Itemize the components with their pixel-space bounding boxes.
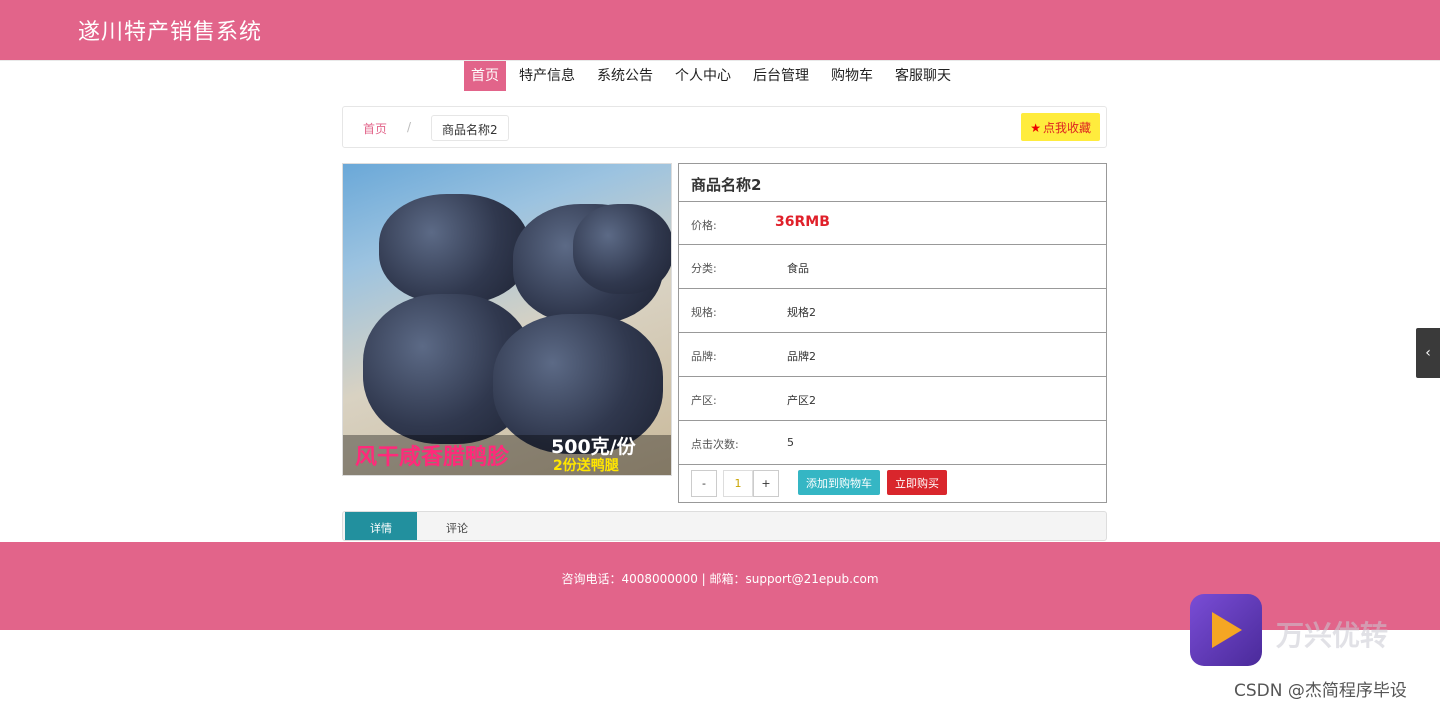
- brand-row: 品牌: 品牌2: [679, 333, 1106, 377]
- nav-item-products[interactable]: 特产信息: [510, 61, 584, 91]
- spec-value: 规格2: [787, 306, 816, 319]
- clicks-value: 5: [787, 436, 794, 449]
- nav-item-home[interactable]: 首页: [464, 61, 506, 91]
- breadcrumb-current: 商品名称2: [431, 115, 509, 141]
- clicks-label: 点击次数:: [691, 438, 739, 451]
- watermark-text: 万兴优转: [1276, 619, 1389, 652]
- main-nav: 首页 特产信息 系统公告 个人中心 后台管理 购物车 客服聊天: [0, 60, 1440, 92]
- favorite-button[interactable]: ★ 点我收藏: [1021, 113, 1100, 141]
- nav-item-chat[interactable]: 客服聊天: [886, 61, 960, 91]
- category-row: 分类: 食品: [679, 245, 1106, 289]
- nav-item-announcements[interactable]: 系统公告: [588, 61, 662, 91]
- purchase-controls: - 1 + 添加到购物车 立即购买: [679, 464, 1106, 504]
- image-caption-title: 风干咸香腊鸭胗: [355, 445, 510, 470]
- footer-contact: 咨询电话：4008000000 | 邮箱：support@21epub.com: [561, 572, 879, 586]
- category-value: 食品: [787, 262, 809, 275]
- add-to-cart-button[interactable]: 添加到购物车: [798, 470, 880, 495]
- favorite-label: 点我收藏: [1042, 121, 1091, 135]
- origin-label: 产区:: [691, 394, 717, 407]
- nav-item-cart[interactable]: 购物车: [822, 61, 882, 91]
- tab-comments[interactable]: 评论: [421, 512, 493, 540]
- quantity-decrease-button[interactable]: -: [691, 470, 717, 497]
- breadcrumb-separator: /: [407, 120, 412, 134]
- price-label: 价格:: [691, 219, 717, 232]
- spec-label: 规格:: [691, 306, 717, 319]
- product-tabs: 详情 评论: [342, 511, 1107, 541]
- spec-row: 规格: 规格2: [679, 289, 1106, 333]
- brand-value: 品牌2: [787, 350, 816, 363]
- origin-row: 产区: 产区2: [679, 377, 1106, 421]
- tab-details[interactable]: 详情: [345, 512, 417, 540]
- origin-value: 产区2: [787, 394, 816, 407]
- brand-label: 品牌:: [691, 350, 717, 363]
- product-image: 风干咸香腊鸭胗 500克/份 2份送鸭腿: [342, 163, 672, 476]
- price-row: 价格: 36RMB: [679, 202, 1106, 245]
- site-title: 遂川特产销售系统: [78, 20, 263, 45]
- watermark-logo-icon: [1190, 594, 1262, 666]
- breadcrumb: 首页 / 商品名称2 ★ 点我收藏: [342, 106, 1107, 148]
- image-caption-promo: 2份送鸭腿: [553, 458, 619, 474]
- quantity-input[interactable]: 1: [723, 470, 753, 497]
- product-detail-panel: 商品名称2 价格: 36RMB 分类: 食品 规格: 规格2 品牌: 品牌2 产…: [678, 163, 1107, 503]
- nav-item-admin[interactable]: 后台管理: [744, 61, 818, 91]
- site-header: 遂川特产销售系统: [0, 0, 1440, 60]
- csdn-watermark: CSDN @杰简程序毕设: [1234, 681, 1407, 701]
- price-value: 36RMB: [775, 214, 830, 230]
- breadcrumb-home-link[interactable]: 首页: [363, 120, 387, 137]
- clicks-row: 点击次数: 5: [679, 421, 1106, 465]
- quantity-increase-button[interactable]: +: [753, 470, 779, 497]
- star-icon: ★: [1030, 121, 1041, 135]
- nav-item-profile[interactable]: 个人中心: [666, 61, 740, 91]
- buy-now-button[interactable]: 立即购买: [887, 470, 947, 495]
- category-label: 分类:: [691, 262, 717, 275]
- product-name: 商品名称2: [679, 164, 1106, 202]
- chevron-left-icon[interactable]: ‹: [1416, 328, 1440, 378]
